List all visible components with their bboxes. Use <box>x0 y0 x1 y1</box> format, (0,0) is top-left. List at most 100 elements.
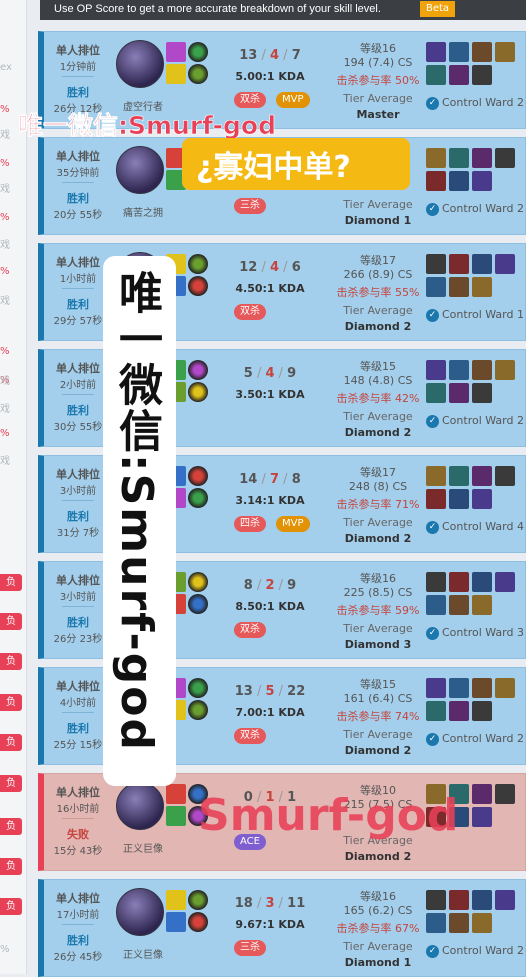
multikill-badge: 双杀 <box>234 304 266 320</box>
rune-icon[interactable] <box>188 466 208 486</box>
item-icon[interactable] <box>426 572 446 592</box>
item-icon[interactable] <box>472 489 492 509</box>
item-icon[interactable] <box>449 890 469 910</box>
item-icon[interactable] <box>449 171 469 191</box>
rune-icon[interactable] <box>188 64 208 84</box>
loss-tag[interactable]: 负 <box>0 694 22 711</box>
item-icon[interactable] <box>449 360 469 380</box>
item-icon[interactable] <box>472 890 492 910</box>
item-icon[interactable] <box>449 42 469 62</box>
item-icon[interactable] <box>472 678 492 698</box>
item-icon[interactable] <box>449 595 469 615</box>
item-icon[interactable] <box>449 572 469 592</box>
champion-portrait[interactable] <box>116 40 164 88</box>
item-icon[interactable] <box>449 466 469 486</box>
item-icon[interactable] <box>426 678 446 698</box>
match-length: 26分 45秒 <box>53 952 103 963</box>
loss-tag[interactable]: 负 <box>0 858 22 875</box>
summoner-spell-icon[interactable] <box>166 890 186 910</box>
item-icon[interactable] <box>449 701 469 721</box>
control-ward-icon: ✓ <box>426 944 439 958</box>
rune-icon[interactable] <box>188 594 208 614</box>
item-icon[interactable] <box>426 489 446 509</box>
loss-tag[interactable]: 负 <box>0 775 22 792</box>
item-icon[interactable] <box>472 65 492 85</box>
item-icon[interactable] <box>495 466 515 486</box>
summoner-spell-icon[interactable] <box>166 806 186 826</box>
item-icon[interactable] <box>426 360 446 380</box>
loss-tag[interactable]: 负 <box>0 613 22 630</box>
rune-icon[interactable] <box>188 488 208 508</box>
item-icon[interactable] <box>426 42 446 62</box>
loss-tag[interactable]: 负 <box>0 653 22 670</box>
item-icon[interactable] <box>495 254 515 274</box>
champion-portrait[interactable] <box>116 888 164 936</box>
item-icon[interactable] <box>472 171 492 191</box>
rune-icon[interactable] <box>188 254 208 274</box>
item-icon[interactable] <box>495 572 515 592</box>
summoner-spell-icon[interactable] <box>166 912 186 932</box>
kill-participation: 击杀参与率 74% <box>336 710 420 723</box>
beta-badge[interactable]: Beta <box>420 1 456 17</box>
item-icon[interactable] <box>449 277 469 297</box>
item-icon[interactable] <box>449 678 469 698</box>
rune-icon[interactable] <box>188 42 208 62</box>
loss-tag[interactable]: 负 <box>0 818 22 835</box>
item-icon[interactable] <box>495 784 515 804</box>
item-icon[interactable] <box>426 65 446 85</box>
match-row[interactable]: 单人排位 17小时前 胜利 26分 45秒 正义巨像 18 / 3 / 11 9.67:1 … <box>38 879 526 977</box>
item-icon[interactable] <box>426 383 446 403</box>
item-icon[interactable] <box>426 148 446 168</box>
item-icon[interactable] <box>472 254 492 274</box>
item-icon[interactable] <box>449 913 469 933</box>
item-icon[interactable] <box>449 489 469 509</box>
item-icon[interactable] <box>426 913 446 933</box>
summoner-spell-icon[interactable] <box>166 784 186 804</box>
match-info-divider <box>62 818 94 819</box>
item-icon[interactable] <box>472 595 492 615</box>
item-icon[interactable] <box>426 466 446 486</box>
rune-icon[interactable] <box>188 912 208 932</box>
item-icon[interactable] <box>495 148 515 168</box>
item-icon[interactable] <box>472 277 492 297</box>
item-icon[interactable] <box>426 171 446 191</box>
rune-icon[interactable] <box>188 360 208 380</box>
rune-icon[interactable] <box>188 700 208 720</box>
rune-icon[interactable] <box>188 276 208 296</box>
champion-portrait[interactable] <box>116 782 164 830</box>
item-icon[interactable] <box>449 148 469 168</box>
item-icon[interactable] <box>472 42 492 62</box>
item-icon[interactable] <box>472 807 492 827</box>
item-icon[interactable] <box>495 890 515 910</box>
multikill-badge: MVP <box>276 516 310 532</box>
item-icon[interactable] <box>472 572 492 592</box>
item-icon[interactable] <box>495 360 515 380</box>
item-icon[interactable] <box>472 466 492 486</box>
item-icon[interactable] <box>472 148 492 168</box>
loss-tag[interactable]: 负 <box>0 574 22 591</box>
summoner-spell-icon[interactable] <box>166 42 186 62</box>
item-icon[interactable] <box>426 277 446 297</box>
item-icon[interactable] <box>449 254 469 274</box>
item-icon[interactable] <box>449 65 469 85</box>
item-icon[interactable] <box>495 42 515 62</box>
summoner-spell-icon[interactable] <box>166 64 186 84</box>
item-icon[interactable] <box>426 595 446 615</box>
rune-icon[interactable] <box>188 572 208 592</box>
item-icon[interactable] <box>472 701 492 721</box>
item-icon[interactable] <box>426 254 446 274</box>
item-icon[interactable] <box>472 784 492 804</box>
item-icon[interactable] <box>472 913 492 933</box>
rune-icon[interactable] <box>188 678 208 698</box>
item-icon[interactable] <box>472 383 492 403</box>
rune-icon[interactable] <box>188 890 208 910</box>
item-icon[interactable] <box>426 701 446 721</box>
item-icon[interactable] <box>426 890 446 910</box>
item-icon[interactable] <box>472 360 492 380</box>
item-icon[interactable] <box>449 383 469 403</box>
rune-icon[interactable] <box>188 382 208 402</box>
loss-tag[interactable]: 负 <box>0 898 22 915</box>
item-icon[interactable] <box>495 678 515 698</box>
loss-tag[interactable]: 负 <box>0 734 22 751</box>
champion-portrait[interactable] <box>116 146 164 194</box>
